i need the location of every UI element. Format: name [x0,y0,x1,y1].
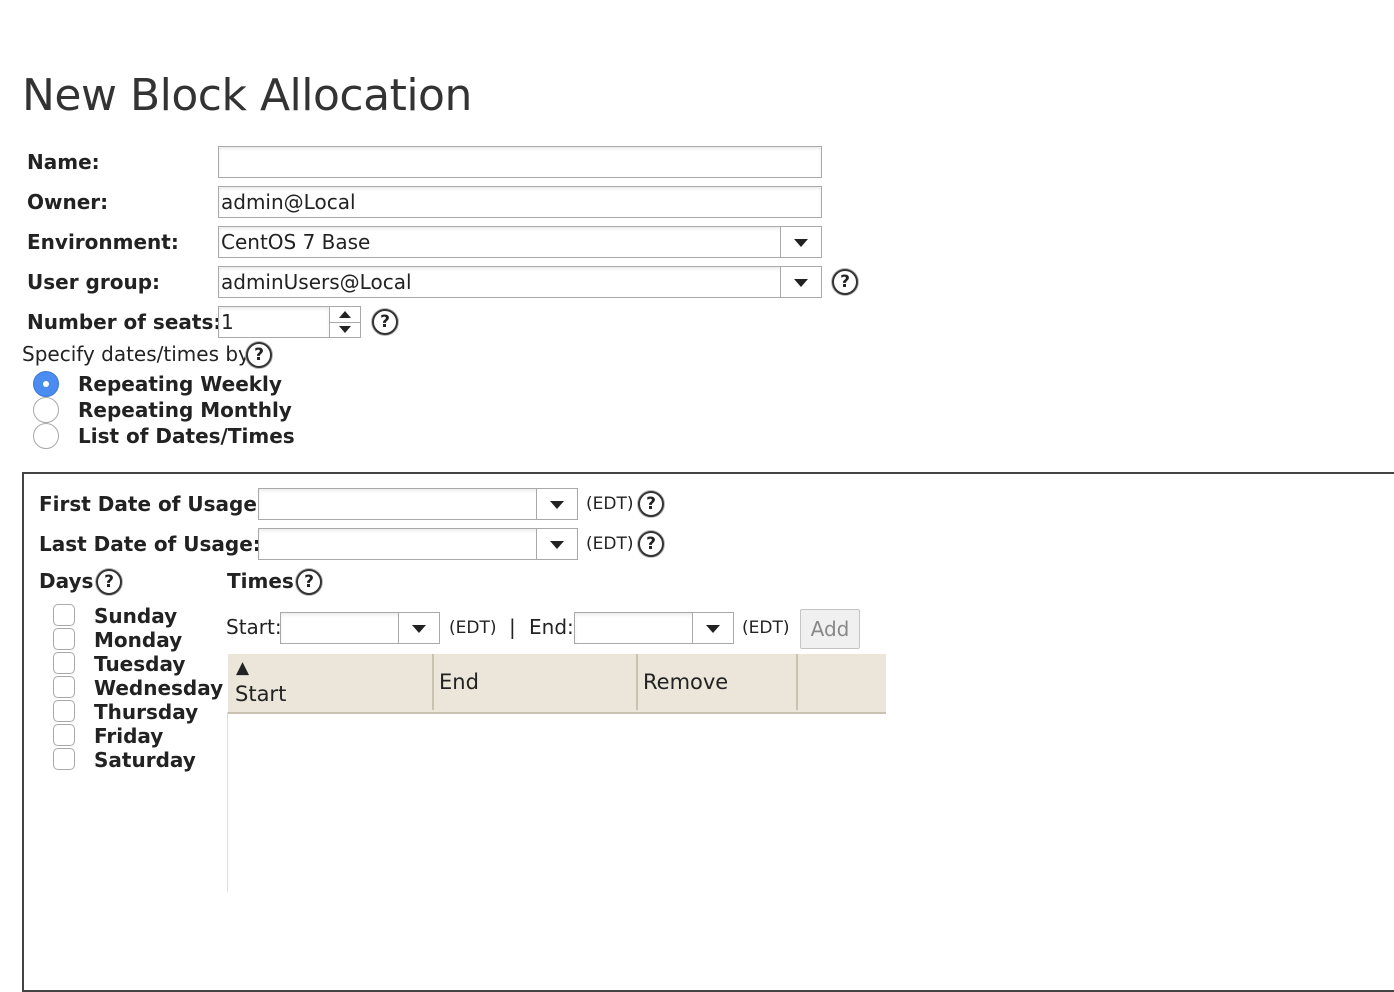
chevron-down-icon[interactable] [780,227,821,257]
help-icon[interactable]: ? [246,342,272,368]
end-time-label: End: [529,615,574,639]
add-time-button[interactable]: Add [800,609,860,649]
seats-stepper[interactable] [329,306,361,338]
chevron-down-icon[interactable] [536,489,577,519]
column-label-start: Start [235,682,287,706]
seats-label: Number of seats: [27,310,222,334]
radio-label-monthly[interactable]: Repeating Monthly [78,398,292,422]
days-label: Days [39,569,94,593]
timezone-label: (EDT) [742,618,790,638]
first-date-picker[interactable] [258,488,578,520]
column-header-start[interactable]: ▲ Start [228,654,434,710]
help-icon[interactable]: ? [372,309,398,335]
timezone-label: (EDT) [586,494,634,514]
day-label-friday[interactable]: Friday [94,724,163,748]
help-icon[interactable]: ? [638,531,664,557]
chevron-down-icon[interactable] [536,529,577,559]
day-label-tuesday[interactable]: Tuesday [94,652,185,676]
day-label-monday[interactable]: Monday [94,628,182,652]
first-date-label: First Date of Usage: [39,492,265,516]
start-time-label: Start: [226,615,282,639]
times-table-body [227,712,228,892]
environment-select[interactable]: CentOS 7 Base [218,226,822,258]
radio-repeating-monthly[interactable] [33,397,59,423]
column-label-remove: Remove [643,670,729,694]
day-label-thursday[interactable]: Thursday [94,700,198,724]
radio-repeating-weekly[interactable] [33,371,59,397]
seats-input[interactable]: 1 [218,306,330,338]
column-label-end: End [439,670,479,694]
start-time-select[interactable] [280,612,440,644]
help-icon[interactable]: ? [296,569,322,595]
radio-list-dates[interactable] [33,423,59,449]
times-label: Times [227,569,294,593]
separator: | [509,615,516,639]
help-icon[interactable]: ? [832,269,858,295]
page-title: New Block Allocation [22,70,472,121]
times-table-header: ▲ Start End Remove [228,654,886,714]
chevron-down-icon[interactable] [780,267,821,297]
decrement-icon[interactable] [330,322,360,337]
end-time-select[interactable] [574,612,734,644]
help-icon[interactable]: ? [638,491,664,517]
chevron-down-icon[interactable] [692,613,733,643]
user-group-select[interactable]: adminUsers@Local [218,266,822,298]
chevron-down-icon[interactable] [398,613,439,643]
checkbox-monday[interactable] [53,628,75,650]
column-header-end[interactable]: End [434,654,638,710]
name-label: Name: [27,150,100,174]
radio-label-weekly[interactable]: Repeating Weekly [78,372,282,396]
owner-input[interactable]: admin@Local [218,186,822,218]
increment-icon[interactable] [330,307,360,323]
specify-label: Specify dates/times by: [22,342,256,366]
radio-label-list[interactable]: List of Dates/Times [78,424,295,448]
user-group-value: adminUsers@Local [221,270,412,294]
checkbox-tuesday[interactable] [53,652,75,674]
checkbox-friday[interactable] [53,724,75,746]
day-label-wednesday[interactable]: Wednesday [94,676,223,700]
user-group-label: User group: [27,270,161,294]
name-input[interactable] [218,146,822,178]
sort-ascending-icon: ▲ [236,658,250,678]
timezone-label: (EDT) [586,534,634,554]
last-date-label: Last Date of Usage: [39,532,261,556]
owner-label: Owner: [27,190,109,214]
environment-value: CentOS 7 Base [221,230,371,254]
day-label-sunday[interactable]: Sunday [94,604,177,628]
help-icon[interactable]: ? [96,569,122,595]
last-date-picker[interactable] [258,528,578,560]
timezone-label: (EDT) [449,618,497,638]
column-header-remove[interactable]: Remove [638,654,798,710]
checkbox-thursday[interactable] [53,700,75,722]
environment-label: Environment: [27,230,179,254]
day-label-saturday[interactable]: Saturday [94,748,196,772]
checkbox-saturday[interactable] [53,748,75,770]
checkbox-wednesday[interactable] [53,676,75,698]
checkbox-sunday[interactable] [53,604,75,626]
